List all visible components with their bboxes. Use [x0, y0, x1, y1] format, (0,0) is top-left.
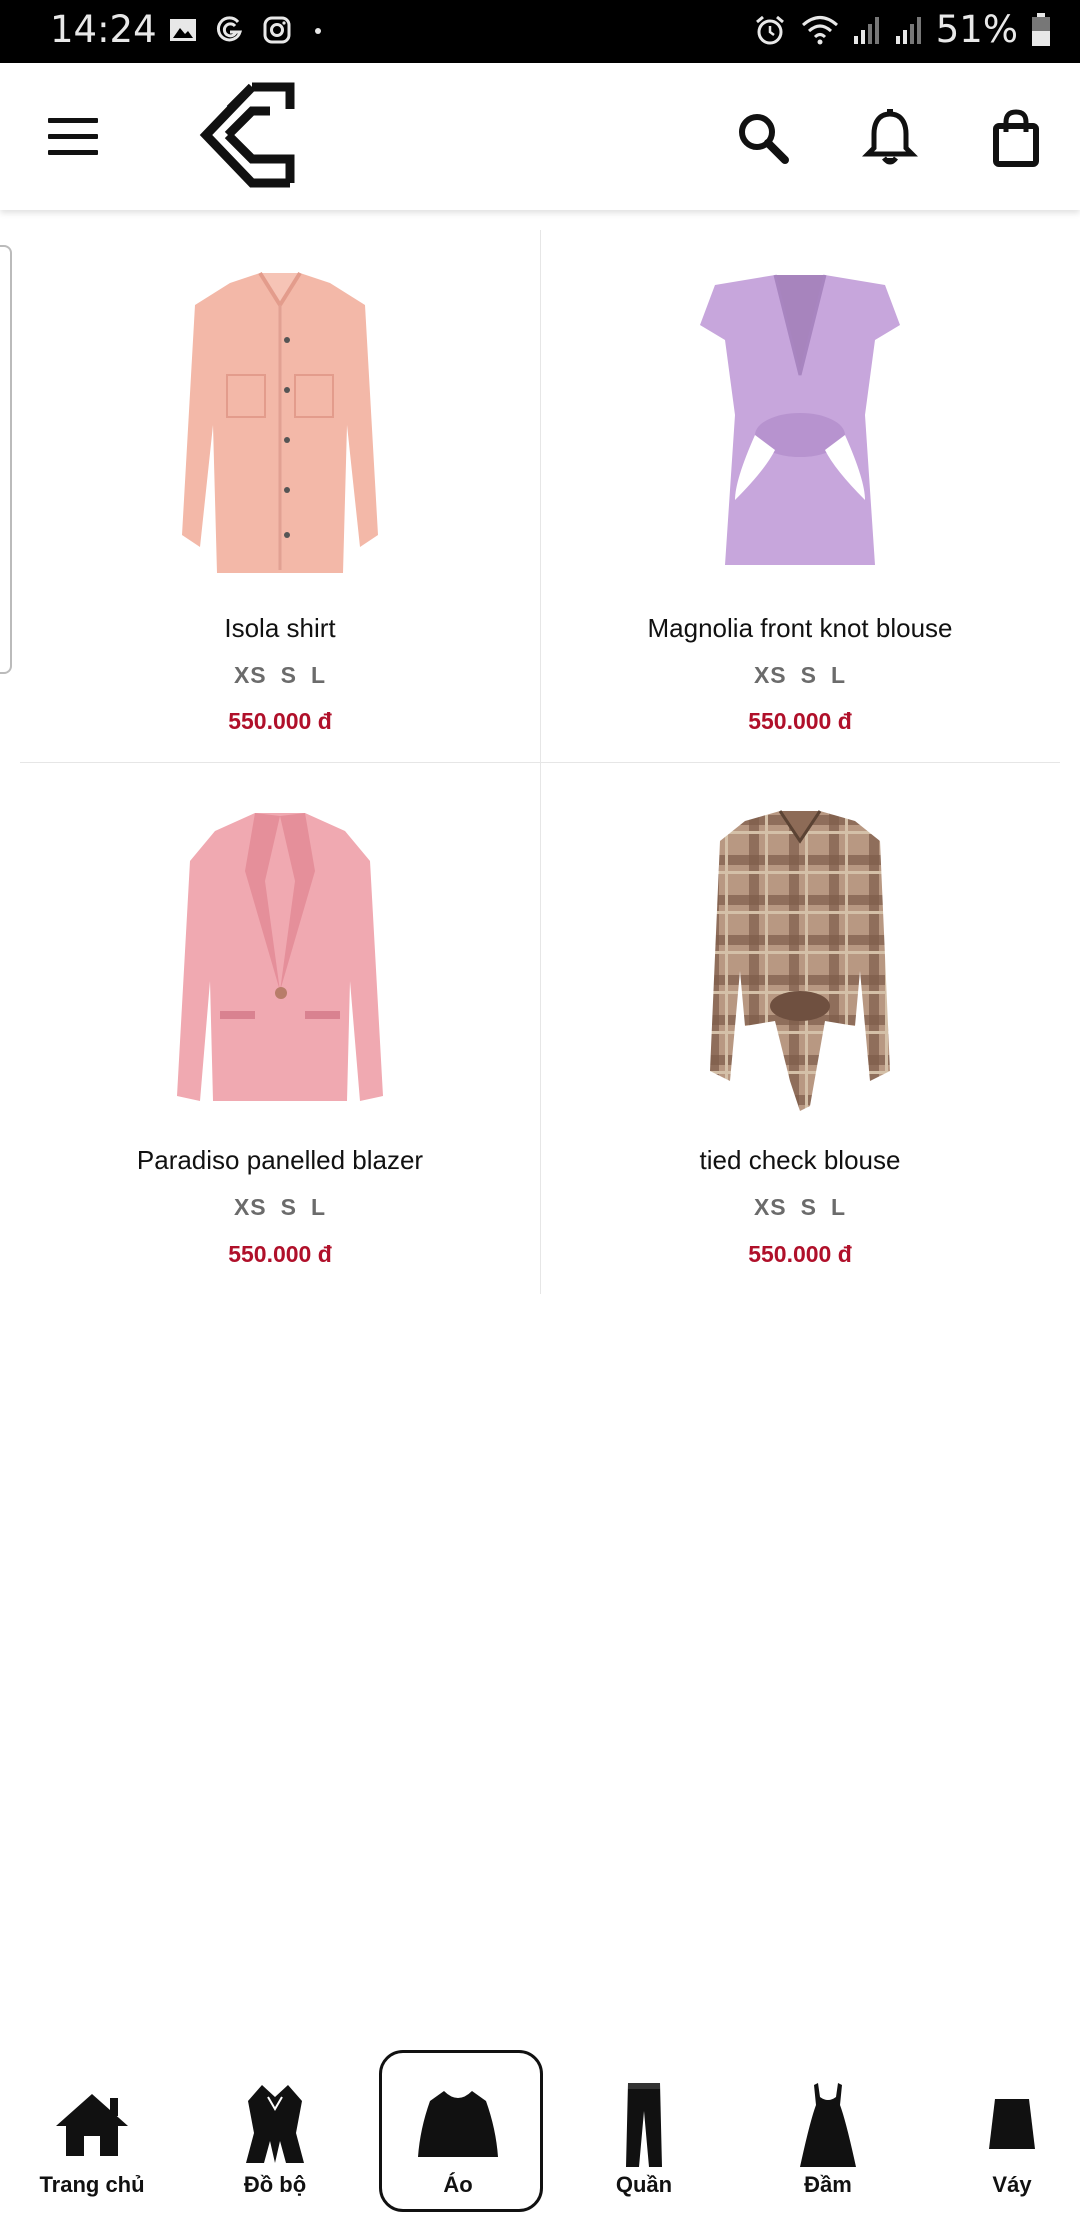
pink-blazer-image[interactable]: [135, 801, 425, 1121]
nav-label: Áo: [443, 2172, 473, 2197]
wifi-icon: [801, 15, 838, 44]
image-icon: [170, 19, 196, 41]
nav-item-pants[interactable]: Quần: [564, 2040, 724, 2220]
home-icon: [56, 2094, 128, 2156]
bottom-nav: Trang chủ Đồ bộ Áo Quần Đầm Váy: [0, 2040, 1080, 2220]
size-option: S: [800, 662, 817, 688]
battery-icon: [1032, 12, 1050, 46]
nav-label: Đồ bộ: [243, 2172, 307, 2197]
status-icons-right: 51%: [752, 8, 1052, 51]
product-sizes: XS S L: [20, 662, 540, 689]
g-icon: [216, 16, 243, 42]
product-name[interactable]: Paradiso panelled blazer: [20, 1145, 540, 1176]
product-price: 550.000 đ: [748, 708, 852, 734]
product-card[interactable]: tied check blouse XS S L 550.000 đ: [540, 763, 1060, 1295]
nav-label: Quần: [615, 2172, 673, 2197]
product-sizes: XS S L: [540, 662, 1060, 689]
nav-label: Trang chủ: [39, 2172, 145, 2197]
search-icon[interactable]: [735, 108, 791, 168]
product-card[interactable]: Paradiso panelled blazer XS S L 550.000 đ: [20, 763, 540, 1295]
size-option: S: [280, 662, 297, 688]
battery-percent: 51%: [935, 8, 1018, 51]
status-icons-left: [168, 14, 328, 46]
dress-icon: [800, 2083, 856, 2167]
skirt-icon: [989, 2099, 1035, 2149]
side-drawer-handle[interactable]: [0, 245, 12, 674]
nav-item-dresses[interactable]: Đầm: [748, 2040, 908, 2220]
hamburger-icon[interactable]: [48, 118, 98, 158]
bell-icon[interactable]: [862, 108, 918, 168]
top-icon: [418, 2091, 498, 2157]
product-row: Paradiso panelled blazer XS S L 550.000 đ: [20, 763, 1060, 1295]
status-time: 14:24: [50, 8, 157, 51]
product-price: 550.000 đ: [748, 1241, 852, 1267]
product-price: 550.000 đ: [228, 708, 332, 734]
alarm-icon: [755, 15, 784, 44]
product-name[interactable]: tied check blouse: [540, 1145, 1060, 1176]
size-option: XS: [233, 1194, 267, 1220]
nav-item-tops[interactable]: Áo: [378, 2040, 538, 2220]
check-blouse-image[interactable]: [655, 801, 945, 1121]
product-name[interactable]: Magnolia front knot blouse: [540, 613, 1060, 644]
product-sizes: XS S L: [540, 1194, 1060, 1221]
size-option: L: [830, 662, 847, 688]
nav-item-skirts[interactable]: Váy: [932, 2040, 1080, 2220]
size-option: XS: [753, 1194, 787, 1220]
product-name[interactable]: Isola shirt: [20, 613, 540, 644]
size-option: L: [830, 1194, 847, 1220]
size-option: L: [310, 662, 327, 688]
dot-icon: [315, 28, 321, 34]
nav-item-outfit[interactable]: Đồ bộ: [195, 2040, 355, 2220]
nav-label: Đầm: [804, 2172, 852, 2197]
product-row: Isola shirt XS S L 550.000 đ Magnolia fron…: [20, 230, 1060, 763]
app-bar: [0, 63, 1080, 210]
outfit-icon: [246, 2085, 304, 2163]
pants-icon: [626, 2083, 662, 2167]
size-option: L: [310, 1194, 327, 1220]
product-card[interactable]: Isola shirt XS S L 550.000 đ: [20, 230, 540, 762]
size-option: XS: [753, 662, 787, 688]
product-price: 550.000 đ: [228, 1241, 332, 1267]
size-option: S: [280, 1194, 297, 1220]
shopping-bag-icon[interactable]: [988, 108, 1044, 168]
lilac-blouse-image[interactable]: [655, 265, 945, 585]
pink-shirt-image[interactable]: [135, 265, 425, 585]
status-bar: 14:24 51%: [0, 0, 1080, 63]
product-sizes: XS S L: [20, 1194, 540, 1221]
size-option: XS: [233, 662, 267, 688]
product-grid: Isola shirt XS S L 550.000 đ Magnolia fron…: [20, 230, 1060, 1295]
instagram-icon: [263, 16, 291, 44]
nav-item-home[interactable]: Trang chủ: [12, 2040, 172, 2220]
nav-label: Váy: [992, 2172, 1032, 2197]
signal-icon-2: [895, 16, 921, 44]
product-card[interactable]: Magnolia front knot blouse XS S L 550.000 …: [540, 230, 1060, 762]
signal-icon: [853, 16, 879, 44]
brand-logo[interactable]: [190, 79, 310, 197]
size-option: S: [800, 1194, 817, 1220]
